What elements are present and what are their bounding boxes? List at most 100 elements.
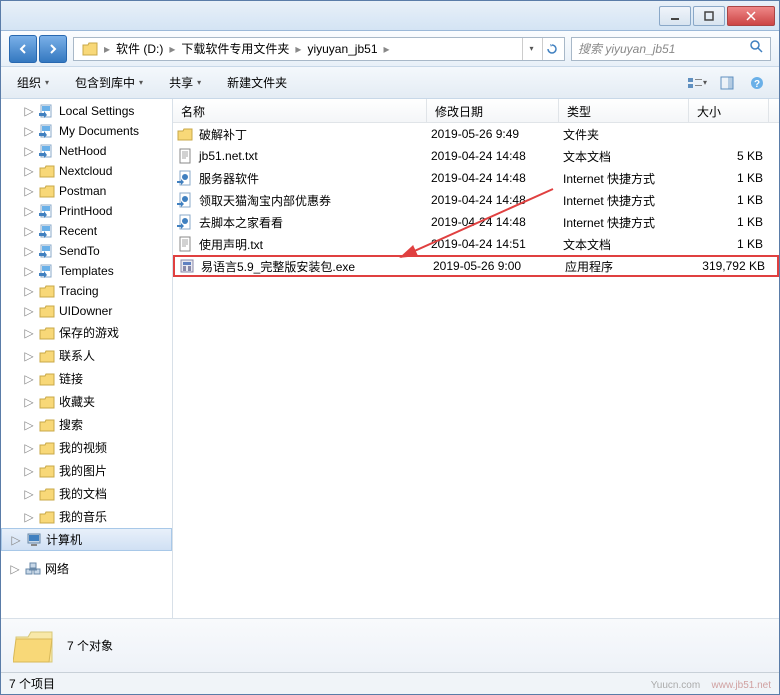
tree-item[interactable]: ▷NetHood [1, 141, 172, 161]
tree-item-label: 计算机 [46, 531, 82, 548]
include-menu[interactable]: 包含到库中 ▾ [69, 71, 149, 94]
folder-icon [177, 126, 193, 142]
file-row[interactable]: 使用声明.txt2019-04-24 14:51文本文档1 KB [173, 233, 779, 255]
tree-item-label: Local Settings [59, 104, 134, 118]
help-button[interactable]: ? [745, 72, 769, 94]
breadcrumb-dropdown-button[interactable]: ▾ [522, 38, 540, 60]
expand-icon: ▷ [23, 304, 35, 318]
shortcut-icon [39, 124, 55, 138]
tree-item-label: 我的视频 [59, 439, 107, 456]
tree-item-label: Nextcloud [59, 164, 112, 178]
file-row[interactable]: 领取天猫淘宝内部优惠券2019-04-24 14:48Internet 快捷方式… [173, 189, 779, 211]
tree-item[interactable]: ▷PrintHood [1, 201, 172, 221]
tree-item-label: Templates [59, 264, 114, 278]
tree-item[interactable]: ▷我的图片 [1, 459, 172, 482]
tree-item[interactable]: ▷联系人 [1, 344, 172, 367]
tree-item-label: PrintHood [59, 204, 112, 218]
column-header-type[interactable]: 类型 [559, 99, 689, 122]
url-icon [177, 170, 193, 186]
expand-icon: ▷ [23, 144, 35, 158]
file-date: 2019-04-24 14:48 [431, 171, 563, 185]
tree-item-label: Postman [59, 184, 106, 198]
refresh-button[interactable] [542, 38, 560, 60]
expand-icon: ▷ [23, 418, 35, 432]
chevron-right-icon: ▸ [293, 42, 303, 56]
tree-item[interactable]: ▷链接 [1, 367, 172, 390]
expand-icon: ▷ [23, 224, 35, 238]
expand-icon: ▷ [23, 284, 35, 298]
expand-icon: ▷ [10, 533, 22, 547]
navigation-bar: ▸ 软件 (D:) ▸ 下载软件专用文件夹 ▸ yiyuyan_jb51 ▸ ▾… [1, 31, 779, 67]
file-row[interactable]: jb51.net.txt2019-04-24 14:48文本文档5 KB [173, 145, 779, 167]
expand-icon: ▷ [23, 326, 35, 340]
file-date: 2019-04-24 14:48 [431, 193, 563, 207]
share-menu[interactable]: 共享 ▾ [163, 71, 207, 94]
search-input[interactable]: 搜索 yiyuyan_jb51 [571, 37, 771, 61]
tree-item[interactable]: ▷我的音乐 [1, 505, 172, 528]
column-header-size[interactable]: 大小 [689, 99, 769, 122]
minimize-button[interactable] [659, 6, 691, 26]
view-options-button[interactable]: ▾ [685, 72, 709, 94]
txt-icon [177, 236, 193, 252]
file-type: 文件夹 [563, 126, 693, 143]
shortcut-icon [39, 104, 55, 118]
newfolder-button[interactable]: 新建文件夹 [221, 71, 293, 94]
tree-item[interactable]: ▷Recent [1, 221, 172, 241]
back-button[interactable] [9, 35, 37, 63]
file-name: 易语言5.9_完整版安装包.exe [201, 258, 355, 275]
tree-item[interactable]: ▷ Postman [1, 181, 172, 201]
file-type: 文本文档 [563, 148, 693, 165]
tree-item[interactable]: ▷收藏夹 [1, 390, 172, 413]
tree-item-label: 我的图片 [59, 462, 107, 479]
file-row[interactable]: 破解补丁2019-05-26 9:49文件夹 [173, 123, 779, 145]
tree-item-label: UIDowner [59, 304, 112, 318]
folder-icon [39, 372, 55, 386]
tree-item[interactable]: ▷ UIDowner [1, 301, 172, 321]
tree-item[interactable]: ▷我的视频 [1, 436, 172, 459]
tree-item[interactable]: ▷Nextcloud [1, 161, 172, 181]
column-header-name[interactable]: 名称 [173, 99, 427, 122]
file-list[interactable]: 破解补丁2019-05-26 9:49文件夹jb51.net.txt2019-0… [173, 123, 779, 618]
file-row[interactable]: 去脚本之家看看2019-04-24 14:48Internet 快捷方式1 KB [173, 211, 779, 233]
organize-menu[interactable]: 组织 ▾ [11, 71, 55, 94]
file-type: 应用程序 [565, 258, 695, 275]
file-row[interactable]: 易语言5.9_完整版安装包.exe2019-05-26 9:00应用程序319,… [173, 255, 779, 277]
forward-button[interactable] [39, 35, 67, 63]
file-name: 使用声明.txt [199, 236, 263, 253]
tree-item[interactable]: ▷保存的游戏 [1, 321, 172, 344]
tree-item[interactable]: ▷我的文档 [1, 482, 172, 505]
expand-icon: ▷ [23, 184, 35, 198]
close-button[interactable] [727, 6, 775, 26]
breadcrumb[interactable]: ▸ 软件 (D:) ▸ 下载软件专用文件夹 ▸ yiyuyan_jb51 ▸ ▾ [73, 37, 565, 61]
navigation-tree[interactable]: ▷Local Settings▷My Documents▷NetHood▷Nex… [1, 99, 173, 618]
folder-icon [39, 164, 55, 178]
tree-item[interactable]: ▷Local Settings [1, 101, 172, 121]
folder-icon [39, 395, 55, 409]
tree-item[interactable]: ▷Tracing [1, 281, 172, 301]
file-row[interactable]: 服务器软件2019-04-24 14:48Internet 快捷方式1 KB [173, 167, 779, 189]
file-name: jb51.net.txt [199, 149, 258, 163]
exe-icon [179, 258, 195, 274]
maximize-button[interactable] [693, 6, 725, 26]
network-icon [25, 562, 41, 576]
expand-icon: ▷ [23, 124, 35, 138]
breadcrumb-item[interactable]: 下载软件专用文件夹 [177, 38, 293, 60]
file-date: 2019-05-26 9:49 [431, 127, 563, 141]
column-header-date[interactable]: 修改日期 [427, 99, 559, 122]
file-name: 领取天猫淘宝内部优惠券 [199, 192, 331, 209]
tree-item[interactable]: ▷Templates [1, 261, 172, 281]
tree-item-network[interactable]: ▷网络 [1, 557, 172, 580]
breadcrumb-item[interactable]: yiyuyan_jb51 [303, 38, 381, 60]
tree-item-computer[interactable]: ▷ 计算机 [1, 528, 172, 551]
file-date: 2019-05-26 9:00 [433, 259, 565, 273]
tree-item[interactable]: ▷My Documents [1, 121, 172, 141]
preview-pane-button[interactable] [715, 72, 739, 94]
expand-icon: ▷ [23, 244, 35, 258]
tree-item-label: 收藏夹 [59, 393, 95, 410]
tree-item[interactable]: ▷搜索 [1, 413, 172, 436]
file-size: 1 KB [693, 193, 773, 207]
expand-icon: ▷ [23, 372, 35, 386]
tree-item[interactable]: ▷SendTo [1, 241, 172, 261]
breadcrumb-item[interactable]: 软件 (D:) [112, 38, 167, 60]
folder-icon [39, 464, 55, 478]
